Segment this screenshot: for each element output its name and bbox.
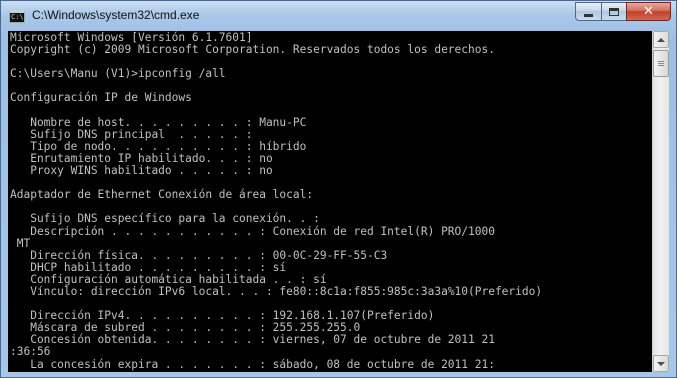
grip-line: [658, 61, 664, 62]
minimize-icon: [584, 13, 593, 17]
close-button[interactable]: ✕: [626, 2, 671, 21]
console-line: Nombre de host. . . . . . . . . : Manu-P…: [10, 115, 307, 129]
console-line: La concesión expira . . . . . . . : sába…: [10, 357, 495, 371]
console-line: :36:56: [10, 345, 51, 359]
cmd-icon-prompt: C:\: [11, 13, 24, 21]
vertical-scrollbar[interactable]: [652, 31, 669, 372]
minimize-button[interactable]: [575, 2, 601, 21]
caption-buttons: ✕: [575, 2, 671, 21]
console-line: Dirección física. . . . . . . . . : 00-0…: [10, 248, 388, 262]
arrow-up-icon: [657, 37, 665, 42]
window-title: C:\Windows\system32\cmd.exe: [32, 8, 200, 22]
console-line: Adaptador de Ethernet Conexión de área l…: [10, 188, 314, 202]
close-icon: ✕: [643, 4, 654, 19]
console-line: Proxy WINS habilitado . . . . . : no: [10, 164, 273, 178]
grip-line: [658, 65, 664, 66]
cmd-icon[interactable]: C:\: [9, 10, 25, 23]
cmd-window: C:\ C:\Windows\system32\cmd.exe ✕ Micros…: [0, 0, 677, 378]
console-line: Copyright (c) 2009 Microsoft Corporation…: [10, 43, 495, 57]
scroll-thumb[interactable]: [653, 50, 669, 77]
scroll-up-button[interactable]: [653, 31, 669, 48]
console-line: Vínculo: dirección IPv6 local. . . : fe8…: [10, 284, 543, 298]
console-line: Descripción . . . . . . . . . . . : Cone…: [10, 224, 495, 238]
title-bar[interactable]: C:\ C:\Windows\system32\cmd.exe ✕: [1, 1, 676, 31]
console-output[interactable]: Microsoft Windows [Versión 6.1.7601] Copy…: [8, 31, 652, 372]
grip-line: [658, 63, 664, 64]
console-line: Sufijo DNS específico para la conexión. …: [10, 212, 320, 226]
arrow-down-icon: [657, 361, 665, 366]
console-line: Concesión obtenida. . . . . . . . : vier…: [10, 333, 495, 347]
console-line: Configuración IP de Windows: [10, 91, 192, 105]
console-line: C:\Users\Manu (V1)>ipconfig /all: [10, 67, 226, 81]
maximize-icon: [609, 7, 619, 16]
console-line: MT: [10, 236, 31, 250]
scroll-down-button[interactable]: [653, 355, 669, 372]
maximize-button[interactable]: [601, 2, 626, 21]
console-lines: Microsoft Windows [Versión 6.1.7601] Copy…: [10, 31, 543, 371]
